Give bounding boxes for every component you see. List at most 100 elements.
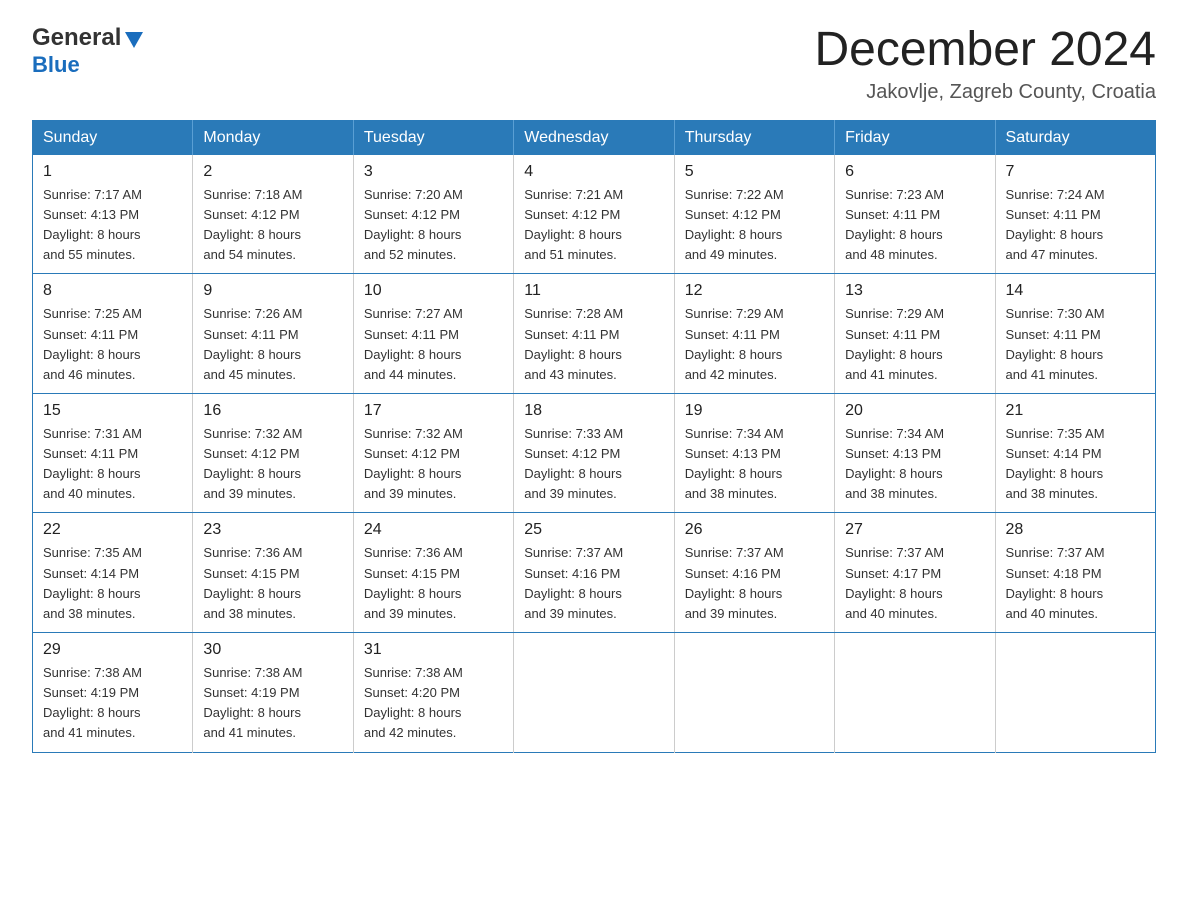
calendar-cell: 19 Sunrise: 7:34 AMSunset: 4:13 PMDayligh…: [674, 393, 834, 513]
day-info: Sunrise: 7:26 AMSunset: 4:11 PMDaylight:…: [203, 304, 342, 385]
day-info: Sunrise: 7:24 AMSunset: 4:11 PMDaylight:…: [1006, 185, 1145, 266]
calendar-cell: 31 Sunrise: 7:38 AMSunset: 4:20 PMDayligh…: [353, 633, 513, 753]
day-number: 15: [43, 402, 182, 420]
day-number: 10: [364, 282, 503, 300]
day-number: 11: [524, 282, 663, 300]
day-info: Sunrise: 7:38 AMSunset: 4:19 PMDaylight:…: [43, 663, 182, 744]
day-info: Sunrise: 7:35 AMSunset: 4:14 PMDaylight:…: [43, 543, 182, 624]
day-info: Sunrise: 7:36 AMSunset: 4:15 PMDaylight:…: [364, 543, 503, 624]
title-block: December 2024 Jakovlje, Zagreb County, C…: [814, 24, 1156, 104]
calendar-cell: 4 Sunrise: 7:21 AMSunset: 4:12 PMDaylight…: [514, 155, 674, 274]
day-number: 12: [685, 282, 824, 300]
calendar-cell: 2 Sunrise: 7:18 AMSunset: 4:12 PMDaylight…: [193, 155, 353, 274]
day-number: 13: [845, 282, 984, 300]
day-info: Sunrise: 7:30 AMSunset: 4:11 PMDaylight:…: [1006, 304, 1145, 385]
calendar-cell: 3 Sunrise: 7:20 AMSunset: 4:12 PMDaylight…: [353, 155, 513, 274]
col-header-monday: Monday: [193, 120, 353, 155]
calendar-cell: 18 Sunrise: 7:33 AMSunset: 4:12 PMDayligh…: [514, 393, 674, 513]
day-number: 5: [685, 163, 824, 181]
day-info: Sunrise: 7:28 AMSunset: 4:11 PMDaylight:…: [524, 304, 663, 385]
calendar-cell: 6 Sunrise: 7:23 AMSunset: 4:11 PMDaylight…: [835, 155, 995, 274]
week-row-3: 15 Sunrise: 7:31 AMSunset: 4:11 PMDayligh…: [33, 393, 1156, 513]
logo-blue-text: Blue: [32, 52, 80, 78]
page-title: December 2024: [814, 24, 1156, 77]
day-number: 19: [685, 402, 824, 420]
calendar-cell: 8 Sunrise: 7:25 AMSunset: 4:11 PMDaylight…: [33, 274, 193, 394]
calendar-cell: 7Sunrise: 7:24 AMSunset: 4:11 PMDaylight…: [995, 155, 1155, 274]
logo: General Blue: [32, 24, 145, 78]
day-number: 16: [203, 402, 342, 420]
day-info: Sunrise: 7:33 AMSunset: 4:12 PMDaylight:…: [524, 424, 663, 505]
logo-triangle-icon: [123, 28, 145, 50]
day-info: Sunrise: 7:38 AMSunset: 4:20 PMDaylight:…: [364, 663, 503, 744]
day-number: 8: [43, 282, 182, 300]
day-number: 18: [524, 402, 663, 420]
day-number: 27: [845, 521, 984, 539]
calendar-cell: 25 Sunrise: 7:37 AMSunset: 4:16 PMDayligh…: [514, 513, 674, 633]
col-header-thursday: Thursday: [674, 120, 834, 155]
day-info: Sunrise: 7:37 AMSunset: 4:18 PMDaylight:…: [1006, 543, 1145, 624]
calendar-cell: 29 Sunrise: 7:38 AMSunset: 4:19 PMDayligh…: [33, 633, 193, 753]
day-number: 29: [43, 641, 182, 659]
day-number: 6: [845, 163, 984, 181]
day-info: Sunrise: 7:25 AMSunset: 4:11 PMDaylight:…: [43, 304, 182, 385]
day-number: 1: [43, 163, 182, 181]
calendar-header-row: SundayMondayTuesdayWednesdayThursdayFrid…: [33, 120, 1156, 155]
calendar-cell: 15 Sunrise: 7:31 AMSunset: 4:11 PMDayligh…: [33, 393, 193, 513]
day-info: Sunrise: 7:32 AMSunset: 4:12 PMDaylight:…: [203, 424, 342, 505]
day-number: 24: [364, 521, 503, 539]
day-info: Sunrise: 7:29 AMSunset: 4:11 PMDaylight:…: [845, 304, 984, 385]
day-number: 4: [524, 163, 663, 181]
calendar-cell: 27 Sunrise: 7:37 AMSunset: 4:17 PMDayligh…: [835, 513, 995, 633]
day-info: Sunrise: 7:37 AMSunset: 4:16 PMDaylight:…: [685, 543, 824, 624]
calendar-cell: 14 Sunrise: 7:30 AMSunset: 4:11 PMDayligh…: [995, 274, 1155, 394]
day-number: 14: [1006, 282, 1145, 300]
day-info: Sunrise: 7:31 AMSunset: 4:11 PMDaylight:…: [43, 424, 182, 505]
day-number: 21: [1006, 402, 1145, 420]
calendar-cell: 23 Sunrise: 7:36 AMSunset: 4:15 PMDayligh…: [193, 513, 353, 633]
calendar-cell: 1Sunrise: 7:17 AMSunset: 4:13 PMDaylight…: [33, 155, 193, 274]
day-number: 30: [203, 641, 342, 659]
calendar-cell: 21Sunrise: 7:35 AMSunset: 4:14 PMDayligh…: [995, 393, 1155, 513]
calendar-cell: [835, 633, 995, 753]
day-info: Sunrise: 7:37 AMSunset: 4:16 PMDaylight:…: [524, 543, 663, 624]
day-number: 2: [203, 163, 342, 181]
day-number: 26: [685, 521, 824, 539]
calendar-cell: 20 Sunrise: 7:34 AMSunset: 4:13 PMDayligh…: [835, 393, 995, 513]
logo-general-text: General: [32, 24, 121, 52]
calendar-cell: [995, 633, 1155, 753]
day-info: Sunrise: 7:21 AMSunset: 4:12 PMDaylight:…: [524, 185, 663, 266]
day-number: 20: [845, 402, 984, 420]
calendar-cell: 22Sunrise: 7:35 AMSunset: 4:14 PMDayligh…: [33, 513, 193, 633]
day-number: 3: [364, 163, 503, 181]
day-info: Sunrise: 7:34 AMSunset: 4:13 PMDaylight:…: [685, 424, 824, 505]
calendar-cell: 17Sunrise: 7:32 AMSunset: 4:12 PMDayligh…: [353, 393, 513, 513]
day-info: Sunrise: 7:18 AMSunset: 4:12 PMDaylight:…: [203, 185, 342, 266]
col-header-tuesday: Tuesday: [353, 120, 513, 155]
day-info: Sunrise: 7:23 AMSunset: 4:11 PMDaylight:…: [845, 185, 984, 266]
calendar-cell: 13 Sunrise: 7:29 AMSunset: 4:11 PMDayligh…: [835, 274, 995, 394]
day-info: Sunrise: 7:27 AMSunset: 4:11 PMDaylight:…: [364, 304, 503, 385]
calendar-cell: 5 Sunrise: 7:22 AMSunset: 4:12 PMDaylight…: [674, 155, 834, 274]
calendar-cell: 16 Sunrise: 7:32 AMSunset: 4:12 PMDayligh…: [193, 393, 353, 513]
day-info: Sunrise: 7:34 AMSunset: 4:13 PMDaylight:…: [845, 424, 984, 505]
col-header-sunday: Sunday: [33, 120, 193, 155]
day-info: Sunrise: 7:37 AMSunset: 4:17 PMDaylight:…: [845, 543, 984, 624]
day-number: 9: [203, 282, 342, 300]
calendar-cell: [514, 633, 674, 753]
day-info: Sunrise: 7:20 AMSunset: 4:12 PMDaylight:…: [364, 185, 503, 266]
day-number: 25: [524, 521, 663, 539]
calendar-cell: [674, 633, 834, 753]
calendar-cell: 26 Sunrise: 7:37 AMSunset: 4:16 PMDayligh…: [674, 513, 834, 633]
col-header-wednesday: Wednesday: [514, 120, 674, 155]
day-info: Sunrise: 7:36 AMSunset: 4:15 PMDaylight:…: [203, 543, 342, 624]
day-info: Sunrise: 7:38 AMSunset: 4:19 PMDaylight:…: [203, 663, 342, 744]
calendar-cell: 30 Sunrise: 7:38 AMSunset: 4:19 PMDayligh…: [193, 633, 353, 753]
calendar-cell: 24 Sunrise: 7:36 AMSunset: 4:15 PMDayligh…: [353, 513, 513, 633]
day-number: 31: [364, 641, 503, 659]
calendar-cell: 12Sunrise: 7:29 AMSunset: 4:11 PMDayligh…: [674, 274, 834, 394]
col-header-friday: Friday: [835, 120, 995, 155]
day-number: 23: [203, 521, 342, 539]
page-subtitle: Jakovlje, Zagreb County, Croatia: [814, 81, 1156, 104]
day-info: Sunrise: 7:22 AMSunset: 4:12 PMDaylight:…: [685, 185, 824, 266]
